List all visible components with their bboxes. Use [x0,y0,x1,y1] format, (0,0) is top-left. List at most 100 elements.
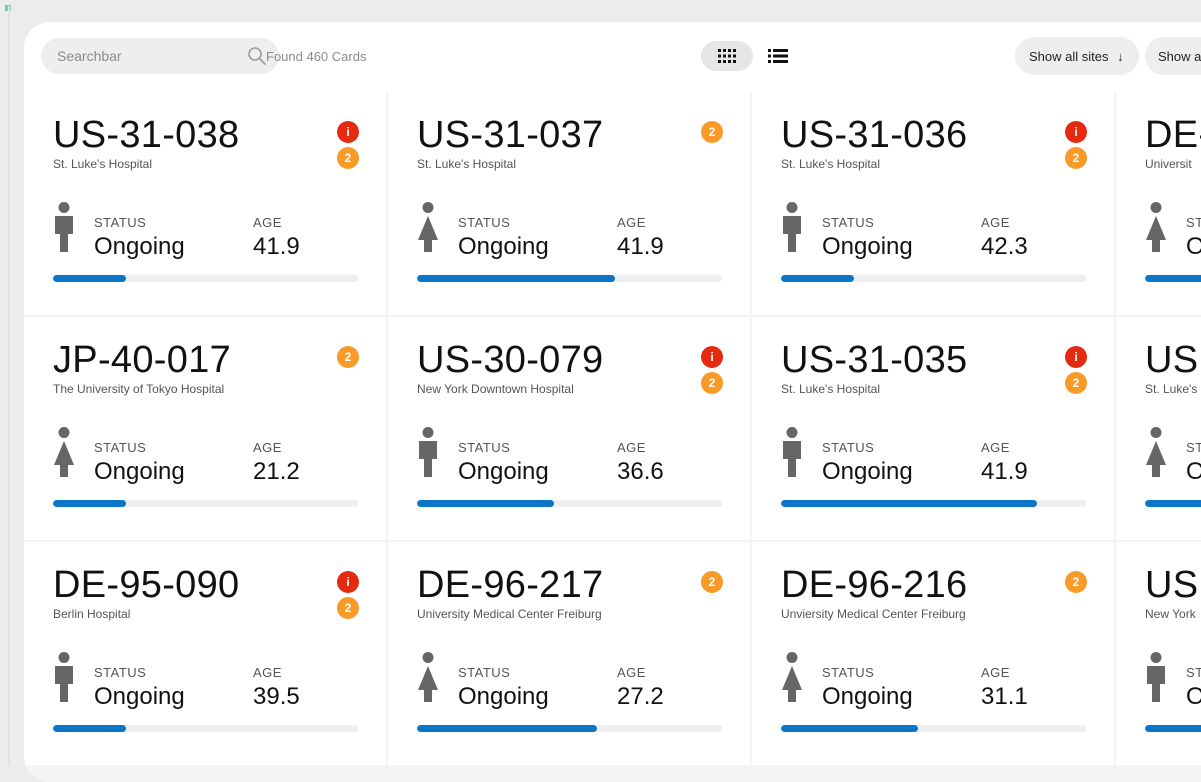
card-site: Universit [1145,157,1192,171]
female-icon [1145,427,1167,484]
grid-view-button[interactable] [701,41,753,71]
count-badge[interactable]: 2 [337,147,359,169]
female-icon [417,202,439,259]
patient-card[interactable]: US-31-037 St. Luke's Hospital 2 STATUS Ongoi… [388,92,750,315]
card-id: JP-40-017 [53,339,232,381]
patient-card[interactable]: US-31-038 St. Luke's Hospital i 2 STATUS Ongo… [24,92,386,315]
patient-card[interactable]: DE-95-090 Berlin Hospital i 2 STATUS Ongoing A… [24,542,386,765]
alert-badge[interactable]: i [701,346,723,368]
count-badge[interactable]: 2 [1065,571,1087,593]
cards-panel: Searchbar Found 460 Cards Show all sites… [24,22,1201,782]
status-label: STATUS [94,665,147,680]
patient-card[interactable]: US-30-079 New York Downtown Hospital i 2 STA… [388,317,750,540]
card-id: US-30-079 [417,339,604,381]
alert-badge[interactable]: i [337,121,359,143]
patient-card[interactable]: JP-40-017 The University of Tokyo Hospita… [24,317,386,540]
age-value: 42.3 [981,233,1028,260]
male-icon [781,427,803,484]
show-filter-button[interactable]: Show a [1145,37,1201,75]
card-site: New York [1145,607,1196,621]
age-label: AGE [253,440,282,455]
badge-group: 2 [701,121,723,147]
status-label: STATUS [822,665,875,680]
patient-card[interactable]: US-31-036 St. Luke's Hospital i 2 STATUS Ongo… [752,92,1114,315]
count-badge[interactable]: 2 [337,346,359,368]
card-id: DE-96-216 [781,564,968,606]
progress-fill [1145,500,1201,507]
status-label: STATUS [822,440,875,455]
progress-bar [781,500,1086,507]
patient-card[interactable]: DE-Universit STATUS O [1116,92,1201,315]
alert-badge[interactable]: i [337,571,359,593]
female-icon [417,652,439,709]
search-input[interactable]: Searchbar [41,38,279,74]
age-value: 27.2 [617,683,664,710]
grid-icon [718,49,736,63]
patient-card[interactable]: DE-96-216 Unviersity Medical Center Freib… [752,542,1114,765]
status-value: Ongoing [458,683,549,710]
female-icon [53,427,75,484]
status-value: O [1186,683,1201,710]
card-site: University Medical Center Freiburg [417,607,602,621]
progress-fill [417,500,555,507]
badge-group: 2 [337,346,359,372]
card-site: St. Luke's [1145,382,1198,396]
age-label: AGE [253,215,282,230]
status-value: Ongoing [94,233,185,260]
progress-fill [1145,725,1201,732]
status-value: Ongoing [822,233,913,260]
status-value: O [1186,458,1201,485]
search-icon[interactable] [247,46,267,66]
show-filter-label: Show a [1158,49,1201,64]
progress-fill [781,500,1038,507]
patient-card[interactable]: USSt. Luke's STATUS O [1116,317,1201,540]
count-badge[interactable]: 2 [701,121,723,143]
badge-group: 2 [1065,571,1087,597]
count-badge[interactable]: 2 [1065,372,1087,394]
age-value: 39.5 [253,683,300,710]
progress-fill [1145,275,1201,282]
status-label: STATUS [1186,440,1201,455]
count-badge[interactable]: 2 [1065,147,1087,169]
progress-bar [53,500,358,507]
window-edge [8,6,10,766]
progress-fill [53,725,127,732]
badge-group: i2 [701,346,723,398]
age-value: 36.6 [617,458,664,485]
age-label: AGE [253,665,282,680]
status-value: Ongoing [94,458,185,485]
progress-fill [781,725,919,732]
status-value: Ongoing [822,458,913,485]
progress-bar [781,725,1086,732]
count-badge[interactable]: 2 [337,597,359,619]
patient-card[interactable]: USNew York STATUS O [1116,542,1201,765]
card-id: DE- [1145,114,1201,156]
status-value: Ongoing [94,683,185,710]
show-all-sites-button[interactable]: Show all sites ↓ [1015,37,1139,75]
alert-badge[interactable]: i [1065,121,1087,143]
age-value: 41.9 [617,233,664,260]
progress-fill [417,725,597,732]
count-badge[interactable]: 2 [701,372,723,394]
age-label: AGE [981,665,1010,680]
progress-bar [1145,275,1201,282]
age-value: 41.9 [981,458,1028,485]
alert-badge[interactable]: i [1065,346,1087,368]
patient-card[interactable]: DE-96-217 University Medical Center Freib… [388,542,750,765]
status-label: STATUS [458,665,511,680]
card-site: St. Luke's Hospital [781,382,881,396]
male-icon [53,202,75,259]
list-view-icon[interactable] [768,48,788,64]
progress-fill [781,275,855,282]
badge-group: 2 [701,571,723,597]
badge-group: i2 [337,571,359,623]
age-value: 21.2 [253,458,300,485]
status-value: Ongoing [822,683,913,710]
patient-card[interactable]: US-31-035 St. Luke's Hospital i 2 STATUS Ongo… [752,317,1114,540]
age-label: AGE [617,665,646,680]
age-label: AGE [981,440,1010,455]
count-badge[interactable]: 2 [701,571,723,593]
badge-group: i2 [337,121,359,173]
card-id: US [1145,339,1199,381]
card-site: St. Luke's Hospital [781,157,881,171]
